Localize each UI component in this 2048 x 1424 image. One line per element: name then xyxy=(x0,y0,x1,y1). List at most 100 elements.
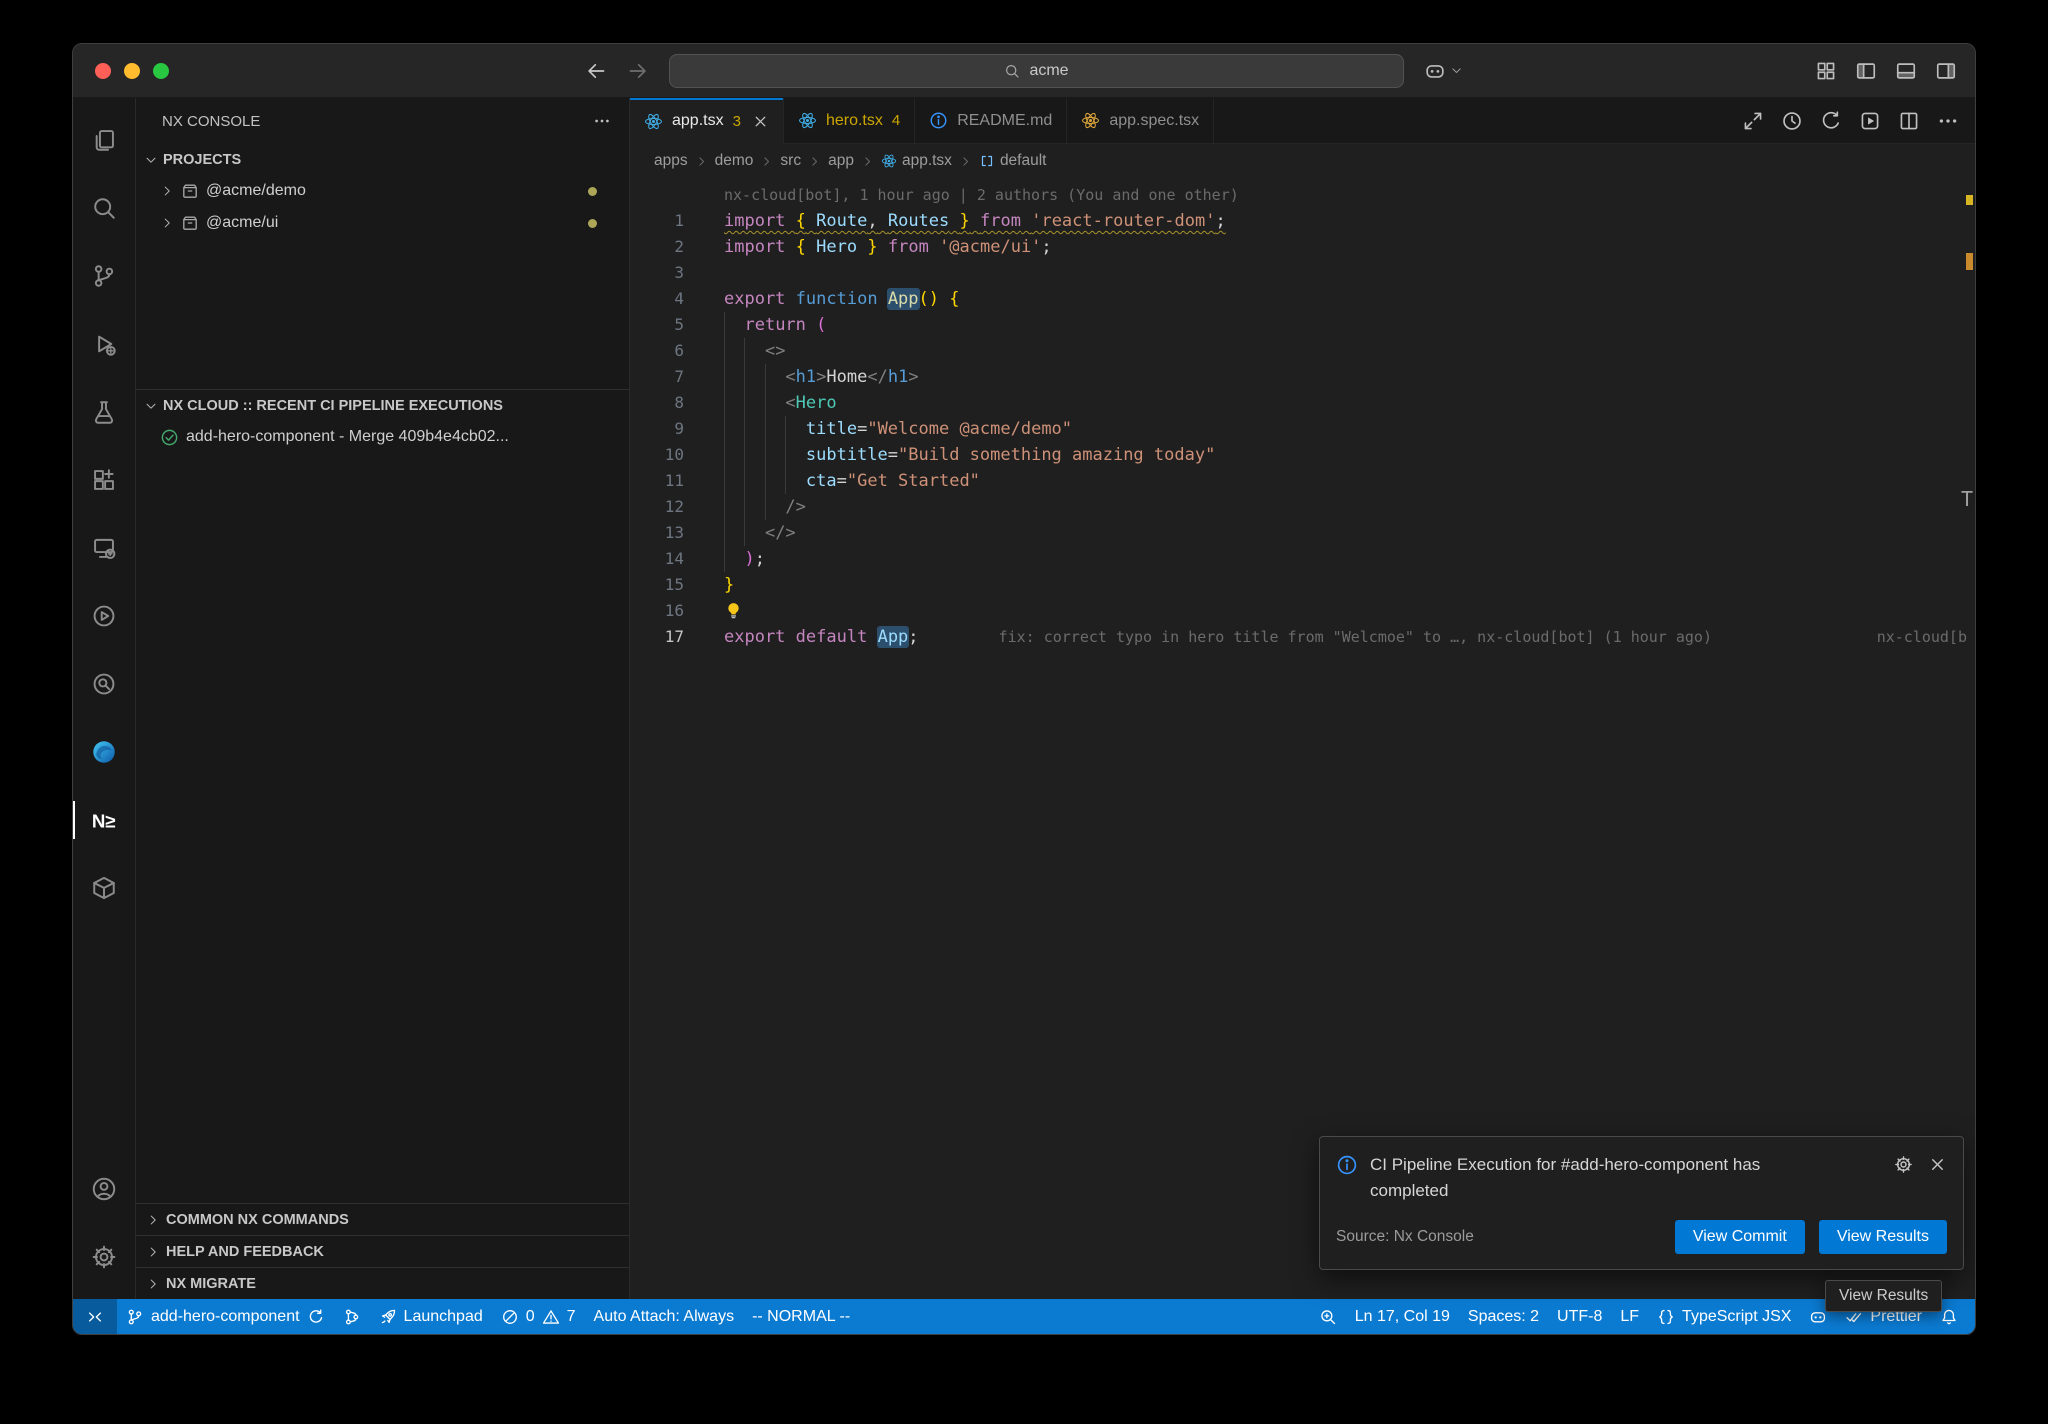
breadcrumb-item-demo[interactable]: demo xyxy=(715,152,754,170)
code-line[interactable]: 5 return ( xyxy=(630,312,1975,338)
split-editor-icon[interactable] xyxy=(1898,110,1920,132)
breadcrumb-item-app[interactable]: app xyxy=(828,152,854,170)
activity-bar-item-settings[interactable] xyxy=(73,1223,136,1291)
close-window-button[interactable] xyxy=(95,63,111,79)
nx-cloud-section-header[interactable]: NX CLOUD :: RECENT CI PIPELINE EXECUTION… xyxy=(136,390,629,421)
code-action-lightbulb-icon[interactable] xyxy=(724,601,743,620)
activity-bar-item-edge-tools[interactable] xyxy=(73,718,136,786)
status-commit-graph[interactable] xyxy=(334,1299,370,1334)
notification-settings-icon[interactable] xyxy=(1894,1155,1913,1174)
code-line[interactable]: 1import { Route, Routes } from 'react-ro… xyxy=(630,208,1975,234)
code-line[interactable]: 14 ); xyxy=(630,546,1975,572)
line-number[interactable]: 2 xyxy=(630,234,684,260)
tab-app-spec-tsx[interactable]: app.spec.tsx xyxy=(1067,98,1214,143)
code-line[interactable]: 7 <h1>Home</h1> xyxy=(630,364,1975,390)
status-auto-attach[interactable]: Auto Attach: Always xyxy=(585,1299,744,1334)
line-number[interactable]: 17 xyxy=(630,624,684,650)
navigate-forward-icon[interactable] xyxy=(627,60,649,82)
notification-close-icon[interactable] xyxy=(1928,1155,1947,1174)
toggle-secondary-sidebar-icon[interactable] xyxy=(1935,60,1957,82)
code-line[interactable]: 16 xyxy=(630,598,1975,624)
code-line[interactable]: 3 xyxy=(630,260,1975,286)
line-number[interactable]: 13 xyxy=(630,520,684,546)
refresh-icon[interactable] xyxy=(1820,110,1842,132)
view-results-button[interactable]: View Results xyxy=(1819,1220,1947,1254)
line-number[interactable]: 16 xyxy=(630,598,684,624)
close-tab-icon[interactable] xyxy=(752,113,769,130)
activity-bar-item-search[interactable] xyxy=(73,174,136,242)
code-line[interactable]: 2import { Hero } from '@acme/ui'; xyxy=(630,234,1975,260)
command-center-search[interactable]: acme xyxy=(669,54,1404,88)
code-line[interactable]: 10 subtitle="Build something amazing tod… xyxy=(630,442,1975,468)
line-number[interactable]: 9 xyxy=(630,416,684,442)
minimize-window-button[interactable] xyxy=(124,63,140,79)
zoom-window-button[interactable] xyxy=(153,63,169,79)
activity-bar-item-explorer[interactable] xyxy=(73,106,136,174)
status-language-mode[interactable]: TypeScript JSX xyxy=(1648,1299,1800,1334)
activity-bar-item-extensions[interactable] xyxy=(73,446,136,514)
sidebar-section-common-nx-commands[interactable]: COMMON NX COMMANDS xyxy=(136,1203,629,1235)
line-number[interactable]: 3 xyxy=(630,260,684,286)
activity-bar-item-run-debug[interactable] xyxy=(73,310,136,378)
tab-hero-tsx[interactable]: hero.tsx4 xyxy=(784,98,915,143)
breadcrumb-item-app-tsx[interactable]: app.tsx xyxy=(881,152,952,170)
activity-bar-item-nx-console[interactable]: N≥ xyxy=(73,786,136,854)
open-changes-icon[interactable] xyxy=(1742,110,1764,132)
sidebar-section-help-and-feedback[interactable]: HELP AND FEEDBACK xyxy=(136,1235,629,1267)
breadcrumb-item-src[interactable]: src xyxy=(780,152,801,170)
code-line[interactable]: 13 </> xyxy=(630,520,1975,546)
more-actions-icon[interactable] xyxy=(593,112,611,130)
navigate-back-icon[interactable] xyxy=(585,60,607,82)
code-line[interactable]: 9 title="Welcome @acme/demo" xyxy=(630,416,1975,442)
more-actions-icon[interactable] xyxy=(1937,110,1959,132)
activity-bar-item-nx-cloud[interactable] xyxy=(73,854,136,922)
line-number[interactable]: 12 xyxy=(630,494,684,520)
activity-bar-item-code-search[interactable] xyxy=(73,650,136,718)
code-line[interactable]: 12 /> xyxy=(630,494,1975,520)
breadcrumb-item-apps[interactable]: apps xyxy=(654,152,688,170)
activity-bar-item-remote-explorer[interactable] xyxy=(73,514,136,582)
status-indentation[interactable]: Spaces: 2 xyxy=(1459,1299,1548,1334)
activity-bar-item-accounts[interactable] xyxy=(73,1155,136,1223)
line-number[interactable]: 10 xyxy=(630,442,684,468)
run-code-icon[interactable] xyxy=(1859,110,1881,132)
code-line[interactable]: 11 cta="Get Started" xyxy=(630,468,1975,494)
customize-layout-icon[interactable] xyxy=(1815,60,1837,82)
line-number[interactable]: 8 xyxy=(630,390,684,416)
code-line[interactable]: 17export default App;fix: correct typo i… xyxy=(630,624,1975,650)
status-eol[interactable]: LF xyxy=(1611,1299,1648,1334)
status-launchpad[interactable]: Launchpad xyxy=(370,1299,492,1334)
status-zoom[interactable] xyxy=(1310,1299,1346,1334)
tab-readme-md[interactable]: README.md xyxy=(915,98,1067,143)
line-number[interactable]: 15 xyxy=(630,572,684,598)
view-commit-button[interactable]: View Commit xyxy=(1675,1220,1805,1254)
line-number[interactable]: 14 xyxy=(630,546,684,572)
status-remote[interactable] xyxy=(73,1299,117,1334)
activity-bar-item-run-target[interactable] xyxy=(73,582,136,650)
code-line[interactable]: 6 <> xyxy=(630,338,1975,364)
project-item-acme-demo[interactable]: @acme/demo xyxy=(136,175,629,207)
pipeline-execution-item[interactable]: add-hero-component - Merge 409b4e4cb02..… xyxy=(136,421,629,453)
activity-bar-item-testing[interactable] xyxy=(73,378,136,446)
tab-app-tsx[interactable]: app.tsx3 xyxy=(630,98,784,144)
copilot-menu[interactable] xyxy=(1424,60,1463,82)
breadcrumb-item-default[interactable]: default xyxy=(979,152,1047,170)
projects-section-header[interactable]: PROJECTS xyxy=(136,144,629,175)
code-line[interactable]: 4export function App() { xyxy=(630,286,1975,312)
timeline-icon[interactable] xyxy=(1781,110,1803,132)
status-problems[interactable]: 07 xyxy=(492,1299,585,1334)
status-git-branch[interactable]: add-hero-component xyxy=(117,1299,334,1334)
activity-bar-item-source-control[interactable] xyxy=(73,242,136,310)
project-item-acme-ui[interactable]: @acme/ui xyxy=(136,207,629,239)
line-number[interactable]: 6 xyxy=(630,338,684,364)
line-number[interactable]: 11 xyxy=(630,468,684,494)
toggle-primary-sidebar-icon[interactable] xyxy=(1855,60,1877,82)
line-number[interactable]: 1 xyxy=(630,208,684,234)
status-encoding[interactable]: UTF-8 xyxy=(1548,1299,1611,1334)
status-vim-mode[interactable]: -- NORMAL -- xyxy=(743,1299,859,1334)
status-cursor-position[interactable]: Ln 17, Col 19 xyxy=(1346,1299,1459,1334)
line-number[interactable]: 7 xyxy=(630,364,684,390)
line-number[interactable]: 4 xyxy=(630,286,684,312)
toggle-panel-icon[interactable] xyxy=(1895,60,1917,82)
code-line[interactable]: 8 <Hero xyxy=(630,390,1975,416)
